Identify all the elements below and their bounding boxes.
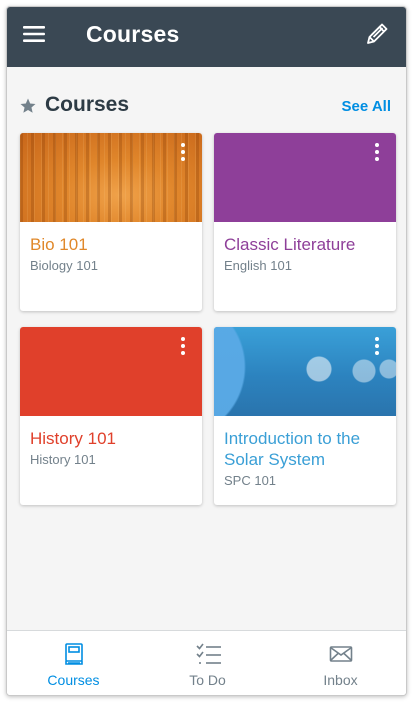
see-all-link[interactable]: See All xyxy=(342,98,391,115)
course-banner xyxy=(20,327,202,416)
envelope-icon xyxy=(329,642,353,666)
course-card[interactable]: History 101 History 101 xyxy=(20,327,202,505)
pencil-icon[interactable] xyxy=(364,21,392,49)
courses-section-header: Courses See All xyxy=(7,67,406,127)
course-name: Bio 101 xyxy=(30,235,88,254)
course-banner xyxy=(214,327,396,416)
more-options-icon[interactable] xyxy=(369,337,385,357)
course-card[interactable]: Bio 101 Biology 101 xyxy=(20,133,202,311)
tab-label: Courses xyxy=(47,672,100,688)
course-banner xyxy=(20,133,202,222)
tab-inbox[interactable]: Inbox xyxy=(274,631,406,695)
course-card[interactable]: Introduction to the Solar System SPC 101 xyxy=(214,327,396,505)
app-bar: Courses xyxy=(7,7,406,67)
course-name: Classic Literature xyxy=(224,235,356,254)
page-title: Courses xyxy=(86,21,180,47)
course-name: History 101 xyxy=(30,429,116,448)
course-name: Introduction to the Solar System xyxy=(224,429,361,469)
tab-label: To Do xyxy=(189,672,226,688)
checklist-icon xyxy=(195,642,221,666)
course-code: English 101 xyxy=(224,258,292,273)
tab-todo[interactable]: To Do xyxy=(141,631,274,695)
courses-dashboard: Courses See All Bio 101 Biology 101 Clas… xyxy=(7,67,406,633)
course-card[interactable]: Classic Literature English 101 xyxy=(214,133,396,311)
bottom-navigation: Courses To Do Inbox xyxy=(7,630,406,695)
course-banner xyxy=(214,133,396,222)
course-code: Biology 101 xyxy=(30,258,98,273)
tab-courses[interactable]: Courses xyxy=(7,631,140,695)
hamburger-menu-icon[interactable] xyxy=(23,25,51,49)
app-window: Courses Courses See All Bio 101 Biology … xyxy=(6,6,407,696)
book-icon xyxy=(62,642,86,666)
tab-label: Inbox xyxy=(323,672,358,688)
star-icon xyxy=(19,97,37,115)
section-heading: Courses xyxy=(45,93,130,116)
more-options-icon[interactable] xyxy=(369,143,385,163)
course-code: History 101 xyxy=(30,452,96,467)
course-code: SPC 101 xyxy=(224,473,277,488)
more-options-icon[interactable] xyxy=(175,337,191,357)
more-options-icon[interactable] xyxy=(175,143,191,163)
